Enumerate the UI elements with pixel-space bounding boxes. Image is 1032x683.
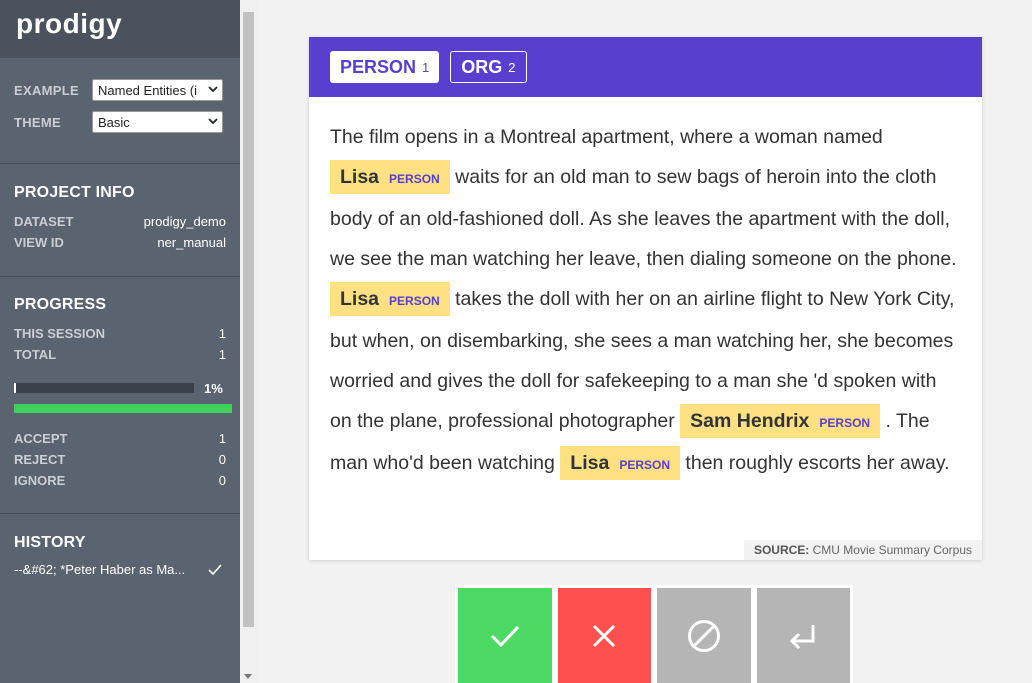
label-person-button[interactable]: PERSON 1 bbox=[330, 51, 440, 83]
progress-section: PROGRESS THIS SESSION 1 TOTAL 1 1% ACCEP… bbox=[0, 277, 240, 514]
history-section: HISTORY --&#62; *Peter Haber as Ma... bbox=[0, 514, 240, 577]
history-title: HISTORY bbox=[14, 534, 86, 551]
undo-icon bbox=[790, 624, 815, 649]
progress-title: PROGRESS bbox=[14, 296, 107, 313]
check-icon bbox=[490, 625, 519, 647]
entity-span[interactable]: Lisa PERSON bbox=[330, 160, 450, 194]
label-org-key: 2 bbox=[508, 59, 516, 75]
accept-label: ACCEPT bbox=[14, 431, 68, 446]
undo-button[interactable] bbox=[756, 588, 850, 683]
view-id-value: ner_manual bbox=[157, 235, 226, 250]
ignore-button[interactable] bbox=[657, 588, 751, 683]
accept-row: ACCEPT 1 bbox=[14, 431, 226, 452]
sidebar: prodigy EXAMPLE Named Entities (i THEME … bbox=[0, 0, 240, 683]
entity-label: PERSON bbox=[619, 458, 671, 472]
annotation-text: The film opens in a Montreal apartment, … bbox=[309, 97, 982, 485]
source-label: SOURCE: bbox=[753, 543, 810, 557]
this-session-row: THIS SESSION 1 bbox=[14, 326, 226, 347]
progress-bar bbox=[14, 383, 194, 393]
theme-label: THEME bbox=[14, 114, 61, 130]
chevron-down-icon bbox=[208, 118, 218, 125]
history-item[interactable]: --&#62; *Peter Haber as Ma... bbox=[14, 562, 226, 577]
theme-select[interactable]: Basic bbox=[92, 111, 223, 133]
example-label: EXAMPLE bbox=[14, 82, 79, 98]
entity-label: PERSON bbox=[389, 172, 440, 186]
annotation-card: PERSON 1 ORG 2 The film opens in a Montr… bbox=[309, 37, 982, 560]
label-bar: PERSON 1 ORG 2 bbox=[309, 37, 982, 97]
label-person-text: PERSON bbox=[340, 56, 417, 77]
view-id-row: VIEW ID ner_manual bbox=[14, 235, 226, 256]
this-session-label: THIS SESSION bbox=[14, 326, 106, 341]
text-segment: then roughly escorts her away. bbox=[680, 452, 950, 474]
example-select-value: Named Entities (i bbox=[98, 82, 197, 98]
label-org-text: ORG bbox=[461, 56, 503, 77]
dataset-value: prodigy_demo bbox=[143, 214, 226, 229]
label-person-key: 1 bbox=[422, 59, 430, 75]
theme-row: THEME Basic bbox=[14, 110, 226, 134]
entity-span[interactable]: Lisa PERSON bbox=[330, 282, 450, 316]
total-label: TOTAL bbox=[14, 347, 57, 362]
dataset-label: DATASET bbox=[14, 214, 74, 229]
this-session-value: 1 bbox=[218, 326, 226, 341]
settings-section: EXAMPLE Named Entities (i THEME Basic bbox=[0, 58, 240, 164]
entity-span[interactable]: Sam Hendrix PERSON bbox=[680, 404, 881, 438]
entity-label: PERSON bbox=[819, 416, 871, 430]
example-select[interactable]: Named Entities (i bbox=[92, 79, 223, 101]
scroll-down-arrow-icon[interactable] bbox=[244, 674, 252, 679]
example-row: EXAMPLE Named Entities (i bbox=[14, 78, 226, 102]
history-item-text: --&#62; *Peter Haber as Ma... bbox=[14, 562, 186, 577]
progress-percent: 1% bbox=[204, 380, 223, 396]
scrollbar-thumb[interactable] bbox=[243, 12, 254, 627]
entity-text: Sam Hendrix bbox=[690, 410, 810, 432]
reject-row: REJECT 0 bbox=[14, 452, 226, 473]
accept-value: 1 bbox=[218, 431, 226, 446]
total-row: TOTAL 1 bbox=[14, 347, 226, 368]
text-paragraph[interactable]: The film opens in a Montreal apartment, … bbox=[330, 117, 961, 485]
view-id-label: VIEW ID bbox=[14, 235, 64, 250]
reject-value: 0 bbox=[218, 452, 226, 467]
ignore-row: IGNORE 0 bbox=[14, 473, 226, 494]
chevron-down-icon bbox=[208, 86, 218, 93]
project-info-title: PROJECT INFO bbox=[14, 184, 135, 201]
entity-text: Lisa bbox=[570, 452, 610, 474]
sidebar-scrollbar[interactable] bbox=[240, 0, 257, 683]
progress-bar-fill bbox=[14, 383, 16, 393]
entity-span[interactable]: Lisa PERSON bbox=[560, 446, 681, 480]
brand-header: prodigy bbox=[0, 0, 240, 58]
entity-text: Lisa bbox=[340, 288, 380, 310]
project-info-section: PROJECT INFO DATASET prodigy_demo VIEW I… bbox=[0, 164, 240, 277]
entity-label: PERSON bbox=[389, 294, 440, 308]
action-buttons bbox=[455, 585, 853, 683]
progress-bar-row: 1% bbox=[14, 380, 226, 396]
ignore-label: IGNORE bbox=[14, 473, 66, 488]
reject-button[interactable] bbox=[557, 588, 651, 683]
accept-button[interactable] bbox=[458, 588, 552, 683]
entity-text: Lisa bbox=[340, 166, 380, 188]
source-meta: SOURCE: CMU Movie Summary Corpus bbox=[743, 540, 982, 560]
source-value: CMU Movie Summary Corpus bbox=[812, 543, 972, 557]
ignore-icon bbox=[687, 619, 720, 652]
check-icon bbox=[208, 563, 222, 575]
accept-ratio-bar bbox=[14, 404, 232, 413]
close-icon bbox=[593, 624, 616, 647]
theme-select-value: Basic bbox=[98, 114, 130, 130]
total-value: 1 bbox=[218, 347, 226, 362]
dataset-row: DATASET prodigy_demo bbox=[14, 214, 226, 235]
brand-logo: prodigy bbox=[16, 8, 123, 39]
reject-label: REJECT bbox=[14, 452, 66, 467]
text-segment: The film opens in a Montreal apartment, … bbox=[330, 126, 883, 148]
label-org-button[interactable]: ORG 2 bbox=[450, 51, 527, 83]
ignore-value: 0 bbox=[218, 473, 226, 488]
